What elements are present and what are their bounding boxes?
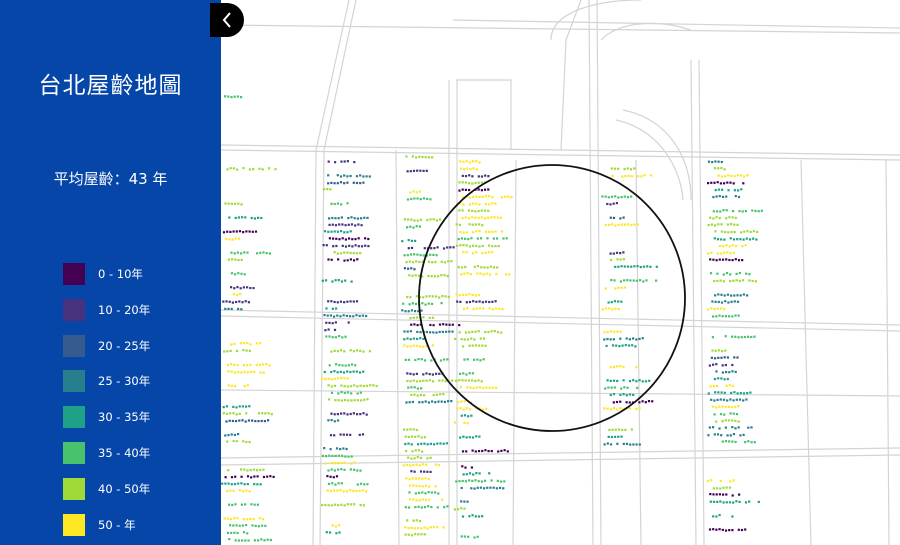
legend-swatch bbox=[63, 513, 85, 536]
legend-item: 25 - 30年 bbox=[63, 370, 151, 393]
legend-item: 40 - 50年 bbox=[63, 477, 151, 500]
legend-swatch bbox=[63, 334, 85, 357]
legend-item: 10 - 20年 bbox=[63, 298, 151, 321]
legend-label: 35 - 40年 bbox=[98, 446, 151, 460]
sidebar: 台北屋齡地圖 平均屋齡：43 年 0 - 10年 10 - 20年 20 - 25年… bbox=[0, 0, 221, 545]
legend-swatch bbox=[63, 442, 85, 464]
legend-label: 40 - 50年 bbox=[98, 481, 151, 496]
legend-swatch bbox=[63, 263, 85, 285]
legend-item: 0 - 10年 bbox=[63, 263, 143, 285]
building-markers bbox=[221, 95, 763, 542]
map-canvas[interactable] bbox=[221, 0, 900, 545]
legend-item: 35 - 40年 bbox=[63, 442, 150, 464]
average-age-label: 平均屋齡：43 年 bbox=[53, 170, 168, 188]
legend-item: 50 - 年 bbox=[63, 513, 136, 536]
legend-swatch bbox=[63, 370, 85, 393]
road-network bbox=[221, 0, 900, 545]
collapse-sidebar-button[interactable] bbox=[210, 3, 244, 37]
chevron-left-icon bbox=[222, 12, 231, 28]
building-age-map[interactable] bbox=[221, 0, 900, 545]
legend-item: 30 - 35年 bbox=[63, 406, 151, 429]
legend-label: 0 - 10年 bbox=[98, 267, 143, 281]
legend-label: 50 - 年 bbox=[98, 517, 136, 532]
selection-circle[interactable] bbox=[418, 164, 686, 432]
legend-label: 25 - 30年 bbox=[98, 374, 151, 389]
legend-label: 20 - 25年 bbox=[98, 338, 151, 353]
legend-label: 10 - 20年 bbox=[98, 302, 151, 317]
legend-swatch bbox=[63, 298, 85, 321]
page-title: 台北屋齡地圖 bbox=[38, 73, 183, 99]
legend-swatch bbox=[63, 477, 85, 500]
legend-item: 20 - 25年 bbox=[63, 334, 151, 357]
legend-label: 30 - 35年 bbox=[98, 410, 151, 425]
legend-swatch bbox=[63, 406, 85, 429]
